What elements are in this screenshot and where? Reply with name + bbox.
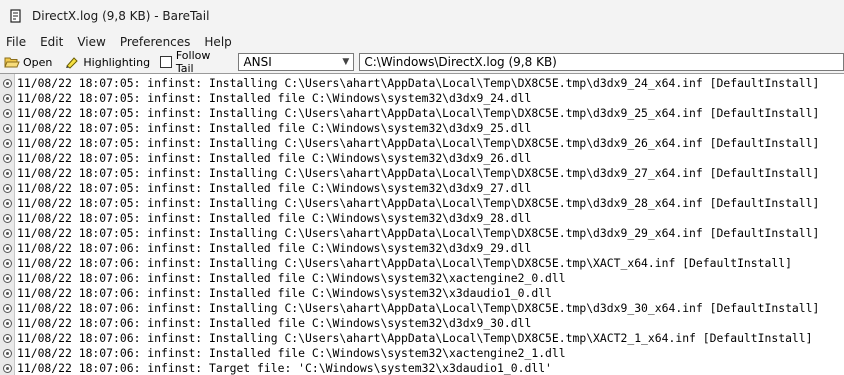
log-line[interactable]: 11/08/22 18:07:06: infinst: Installed fi… <box>0 316 844 331</box>
line-marker-icon <box>3 349 12 358</box>
log-lines: 11/08/22 18:07:05: infinst: Installing C… <box>0 76 844 375</box>
log-line[interactable]: 11/08/22 18:07:05: infinst: Installed fi… <box>0 121 844 136</box>
follow-tail-label: Follow Tail <box>175 49 211 75</box>
line-marker-icon <box>3 79 12 88</box>
line-marker-icon <box>3 289 12 298</box>
baretail-app-icon <box>9 9 23 23</box>
log-line[interactable]: 11/08/22 18:07:05: infinst: Installing C… <box>0 226 844 241</box>
log-line-text: 11/08/22 18:07:05: infinst: Installing C… <box>17 76 820 90</box>
title-bar: DirectX.log (9,8 KB) - BareTail <box>0 0 844 32</box>
open-label: Open <box>23 55 53 69</box>
log-line-text: 11/08/22 18:07:06: infinst: Installed fi… <box>17 316 532 330</box>
line-marker-icon <box>3 319 12 328</box>
log-line[interactable]: 11/08/22 18:07:06: infinst: Installing C… <box>0 331 844 346</box>
menu-file[interactable]: File <box>0 35 32 49</box>
highlighter-pen-icon <box>64 55 80 69</box>
log-line-text: 11/08/22 18:07:06: infinst: Installing C… <box>17 331 813 345</box>
log-line[interactable]: 11/08/22 18:07:05: infinst: Installed fi… <box>0 91 844 106</box>
line-marker-icon <box>3 109 12 118</box>
line-marker-icon <box>3 304 12 313</box>
highlighting-label: Highlighting <box>83 55 151 69</box>
log-line-text: 11/08/22 18:07:06: infinst: Target file:… <box>17 361 552 375</box>
menu-help[interactable]: Help <box>196 35 237 49</box>
line-marker-icon <box>3 334 12 343</box>
log-line-text: 11/08/22 18:07:06: infinst: Installing C… <box>17 256 792 270</box>
chevron-down-icon[interactable]: ▼ <box>342 57 349 67</box>
log-line[interactable]: 11/08/22 18:07:05: infinst: Installing C… <box>0 196 844 211</box>
log-line-text: 11/08/22 18:07:05: infinst: Installing C… <box>17 166 820 180</box>
log-line-text: 11/08/22 18:07:05: infinst: Installing C… <box>17 136 820 150</box>
line-marker-icon <box>3 139 12 148</box>
line-marker-icon <box>3 214 12 223</box>
log-line-text: 11/08/22 18:07:05: infinst: Installing C… <box>17 196 820 210</box>
encoding-select[interactable]: ANSI ▼ <box>238 53 355 71</box>
line-marker-icon <box>3 244 12 253</box>
log-line[interactable]: 11/08/22 18:07:05: infinst: Installed fi… <box>0 181 844 196</box>
log-line[interactable]: 11/08/22 18:07:06: infinst: Installing C… <box>0 256 844 271</box>
log-line[interactable]: 11/08/22 18:07:06: infinst: Installed fi… <box>0 241 844 256</box>
log-line-text: 11/08/22 18:07:05: infinst: Installing C… <box>17 106 820 120</box>
line-marker-icon <box>3 364 12 373</box>
open-folder-icon <box>4 55 20 69</box>
line-marker-icon <box>3 199 12 208</box>
checkbox-box[interactable] <box>160 56 172 68</box>
toolbar: Open Highlighting Follow Tail ANSI ▼ C:\… <box>0 49 844 75</box>
log-line[interactable]: 11/08/22 18:07:06: infinst: Installed fi… <box>0 286 844 301</box>
menu-view[interactable]: View <box>69 35 111 49</box>
follow-tail-checkbox[interactable]: Follow Tail <box>160 49 230 75</box>
log-line-text: 11/08/22 18:07:06: infinst: Installed fi… <box>17 286 552 300</box>
encoding-value: ANSI <box>243 55 272 69</box>
log-line-text: 11/08/22 18:07:06: infinst: Installed fi… <box>17 346 566 360</box>
file-path-field[interactable]: C:\Windows\DirectX.log (9,8 KB) <box>359 53 844 71</box>
line-marker-icon <box>3 124 12 133</box>
log-line[interactable]: 11/08/22 18:07:05: infinst: Installing C… <box>0 76 844 91</box>
log-line[interactable]: 11/08/22 18:07:06: infinst: Target file:… <box>0 361 844 375</box>
log-line-text: 11/08/22 18:07:05: infinst: Installing C… <box>17 226 820 240</box>
log-line[interactable]: 11/08/22 18:07:05: infinst: Installed fi… <box>0 211 844 226</box>
log-line[interactable]: 11/08/22 18:07:05: infinst: Installing C… <box>0 106 844 121</box>
log-line[interactable]: 11/08/22 18:07:05: infinst: Installing C… <box>0 166 844 181</box>
log-line-text: 11/08/22 18:07:06: infinst: Installed fi… <box>17 241 532 255</box>
log-line-text: 11/08/22 18:07:06: infinst: Installed fi… <box>17 271 566 285</box>
log-line-text: 11/08/22 18:07:05: infinst: Installed fi… <box>17 151 532 165</box>
line-marker-icon <box>3 184 12 193</box>
menu-edit[interactable]: Edit <box>32 35 69 49</box>
log-line[interactable]: 11/08/22 18:07:06: infinst: Installed fi… <box>0 346 844 361</box>
line-marker-icon <box>3 94 12 103</box>
line-marker-icon <box>3 274 12 283</box>
line-marker-icon <box>3 169 12 178</box>
log-line[interactable]: 11/08/22 18:07:05: infinst: Installed fi… <box>0 151 844 166</box>
log-line-text: 11/08/22 18:07:05: infinst: Installed fi… <box>17 91 532 105</box>
log-view[interactable]: 11/08/22 18:07:05: infinst: Installing C… <box>0 73 844 375</box>
menu-bar: File Edit View Preferences Help <box>0 32 844 51</box>
log-line-text: 11/08/22 18:07:05: infinst: Installed fi… <box>17 211 532 225</box>
file-path-text: C:\Windows\DirectX.log (9,8 KB) <box>364 55 557 69</box>
window-title: DirectX.log (9,8 KB) - BareTail <box>32 9 210 23</box>
line-marker-icon <box>3 259 12 268</box>
log-line-text: 11/08/22 18:07:06: infinst: Installing C… <box>17 301 820 315</box>
log-line-text: 11/08/22 18:07:05: infinst: Installed fi… <box>17 181 532 195</box>
open-button[interactable]: Open <box>4 52 52 72</box>
log-line[interactable]: 11/08/22 18:07:06: infinst: Installed fi… <box>0 271 844 286</box>
log-line[interactable]: 11/08/22 18:07:06: infinst: Installing C… <box>0 301 844 316</box>
highlighting-button[interactable]: Highlighting <box>64 52 150 72</box>
log-line[interactable]: 11/08/22 18:07:05: infinst: Installing C… <box>0 136 844 151</box>
line-marker-icon <box>3 154 12 163</box>
line-marker-icon <box>3 229 12 238</box>
menu-preferences[interactable]: Preferences <box>112 35 197 49</box>
log-line-text: 11/08/22 18:07:05: infinst: Installed fi… <box>17 121 532 135</box>
